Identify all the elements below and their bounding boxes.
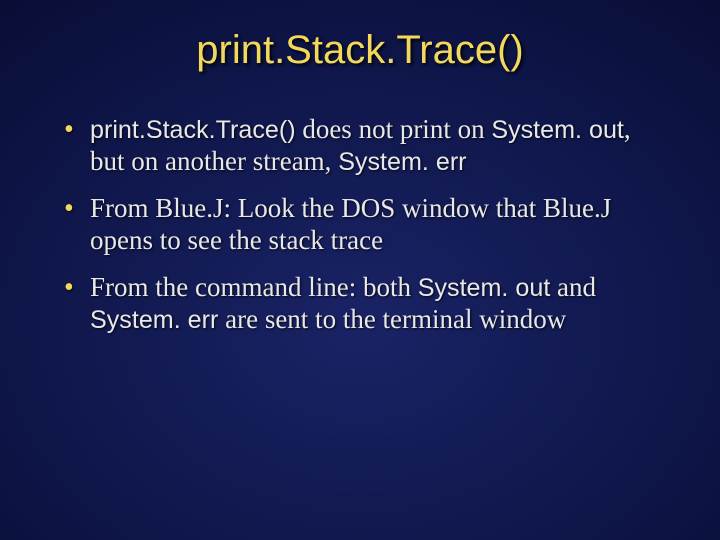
body-text: and (550, 272, 596, 302)
bullet-list: print.Stack.Trace() does not print on Sy… (50, 113, 670, 349)
code-text: print.Stack.Trace() (90, 116, 296, 144)
list-item: print.Stack.Trace() does not print on Sy… (60, 113, 670, 192)
code-text: System. err (90, 306, 218, 334)
code-text: System. out (418, 274, 551, 302)
list-item: From Blue.J: Look the DOS window that Bl… (60, 192, 670, 271)
code-text: System. err (338, 148, 466, 176)
body-text: are sent to the terminal window (218, 304, 566, 334)
body-text: From Blue.J: Look the DOS window that Bl… (90, 193, 611, 255)
body-text: From the command line: both (90, 272, 418, 302)
list-item: From the command line: both System. out … (60, 271, 670, 350)
slide-title: print.Stack.Trace() (50, 28, 670, 73)
slide: print.Stack.Trace() print.Stack.Trace() … (0, 0, 720, 540)
code-text: System. out (491, 116, 624, 144)
body-text: does not print on (296, 114, 492, 144)
